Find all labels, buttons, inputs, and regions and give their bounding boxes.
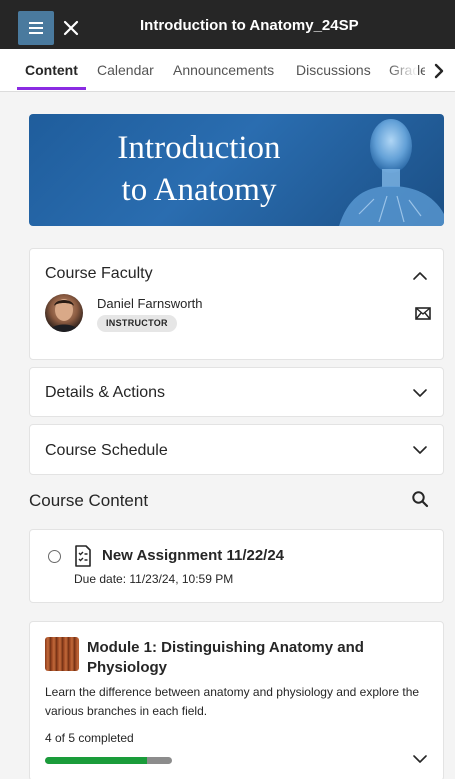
tabs-scroll-right-button[interactable] <box>425 57 453 85</box>
close-button[interactable] <box>60 12 82 44</box>
hamburger-menu-button[interactable] <box>18 11 54 45</box>
chevron-down-icon[interactable] <box>411 441 429 459</box>
faculty-name[interactable]: Daniel Farnsworth <box>97 296 203 311</box>
module-progress-fill <box>45 757 147 764</box>
course-tabs: Content Calendar Announcements Discussio… <box>0 49 455 92</box>
role-badge: INSTRUCTOR <box>97 315 177 332</box>
course-faculty-card: Course Faculty Daniel Farnsworth INSTRUC… <box>29 248 444 360</box>
tab-announcements[interactable]: Announcements <box>173 62 274 78</box>
banner-title-line2: to Anatomy <box>121 172 277 208</box>
course-banner: Introduction to Anatomy <box>29 114 444 226</box>
assignment-title[interactable]: New Assignment 11/22/24 <box>102 547 284 564</box>
anatomy-figure-image <box>339 119 444 226</box>
module-card[interactable]: Module 1: Distinguishing Anatomy and Phy… <box>29 621 444 779</box>
details-actions-card[interactable]: Details & Actions <box>29 367 444 417</box>
course-faculty-title: Course Faculty <box>45 265 153 282</box>
module-title[interactable]: Module 1: Distinguishing Anatomy and Phy… <box>87 638 417 678</box>
tab-discussions[interactable]: Discussions <box>296 62 371 78</box>
module-description: Learn the difference between anatomy and… <box>45 685 420 718</box>
active-tab-indicator <box>17 87 86 90</box>
tab-content[interactable]: Content <box>25 62 78 78</box>
module-progress-label: 4 of 5 completed <box>45 731 134 745</box>
course-title: Introduction to Anatomy_24SP <box>140 17 359 34</box>
assignment-due-date: Due date: 11/23/24, 10:59 PM <box>74 572 234 586</box>
mail-icon[interactable] <box>415 307 431 320</box>
course-schedule-card[interactable]: Course Schedule <box>29 424 444 475</box>
module-thumbnail-image <box>45 637 79 671</box>
assignment-card[interactable]: New Assignment 11/22/24 Due date: 11/23/… <box>29 529 444 603</box>
hamburger-icon <box>29 22 43 24</box>
chevron-down-icon[interactable] <box>411 384 429 402</box>
completion-radio[interactable] <box>48 550 61 563</box>
top-bar: Introduction to Anatomy_24SP <box>0 0 455 49</box>
chevron-up-icon[interactable] <box>411 267 429 285</box>
assignment-icon <box>75 545 91 567</box>
close-icon <box>63 20 79 36</box>
tab-calendar[interactable]: Calendar <box>97 62 154 78</box>
module-progress-bar <box>45 757 172 764</box>
details-actions-title: Details & Actions <box>45 384 166 401</box>
course-content-heading: Course Content <box>29 491 149 510</box>
banner-title-line1: Introduction <box>117 130 281 166</box>
course-schedule-title: Course Schedule <box>45 442 168 459</box>
chevron-down-icon[interactable] <box>411 750 429 768</box>
avatar <box>45 294 83 332</box>
chevron-right-icon <box>434 63 444 79</box>
search-icon[interactable] <box>411 490 429 508</box>
